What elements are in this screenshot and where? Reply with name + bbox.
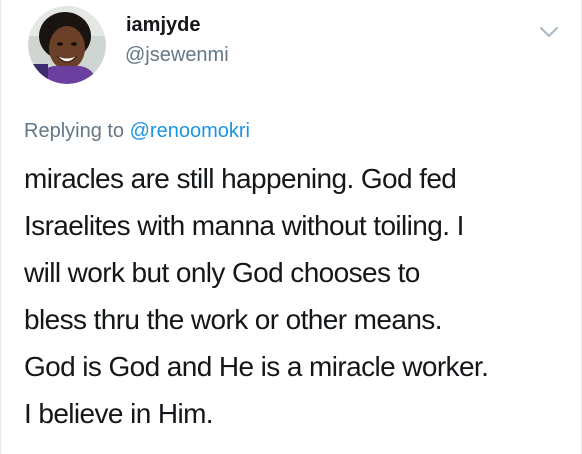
mention-link[interactable]: @renoomokri — [130, 120, 250, 142]
tweet-text-line: Israelites with manna without toiling. I — [24, 210, 464, 241]
replying-to-label: Replying to — [24, 120, 130, 142]
tweet-text-line: God is God and He is a miracle worker. — [24, 351, 489, 382]
tweet-text: miracles are still happening. God fed Is… — [24, 155, 574, 437]
tweet-text-line: I believe in Him. — [24, 398, 214, 429]
tweet-text-line: bless thru the work or other means. — [24, 304, 442, 335]
chevron-down-icon[interactable] — [538, 24, 560, 40]
tweet-text-line: miracles are still happening. God fed — [24, 163, 457, 194]
avatar-photo — [28, 6, 106, 84]
replying-to: Replying to @renoomokri — [24, 120, 250, 143]
display-name[interactable]: iamjyde — [126, 14, 200, 37]
avatar[interactable] — [28, 6, 106, 84]
tweet-card: iamjyde @jsewenmi Replying to @renoomokr… — [0, 0, 582, 454]
user-handle[interactable]: @jsewenmi — [125, 44, 229, 67]
tweet-text-line: will work but only God chooses to — [24, 257, 420, 288]
